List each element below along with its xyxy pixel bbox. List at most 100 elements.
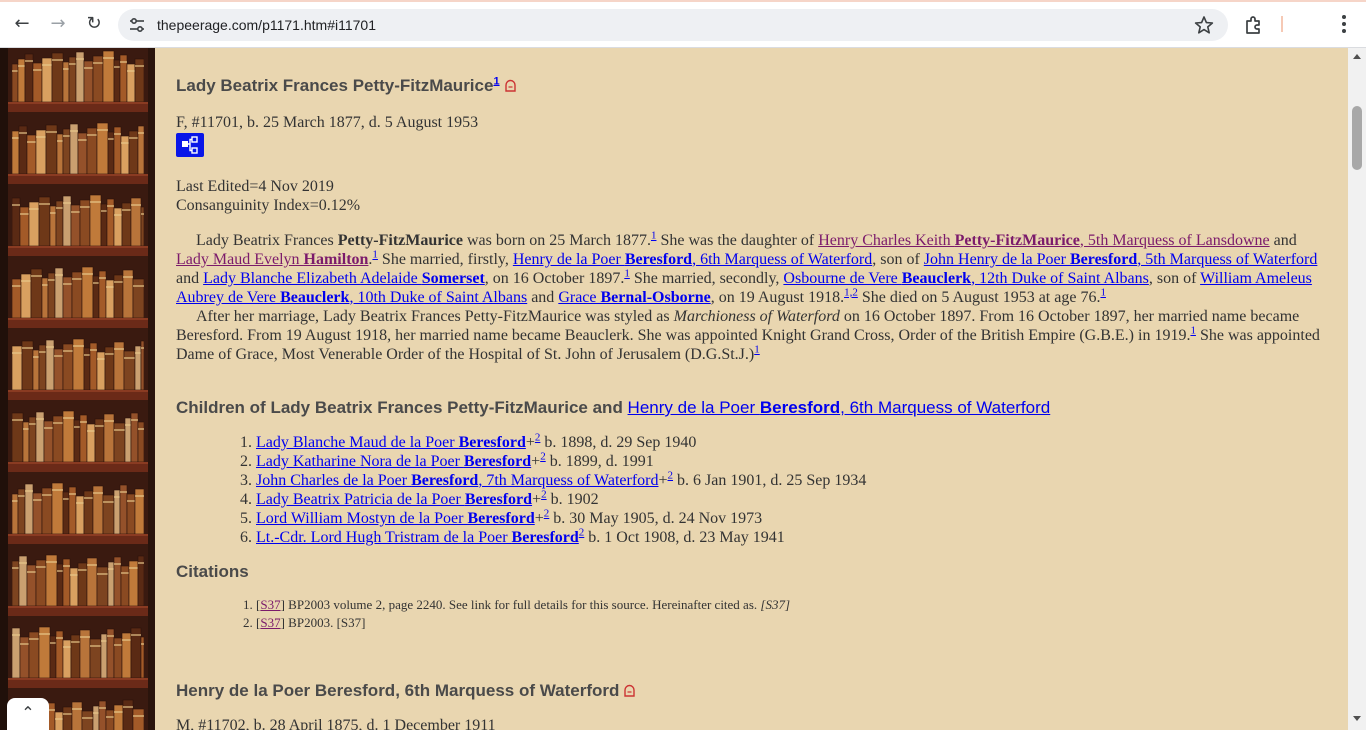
- chevron-up-icon: ⌃: [21, 703, 35, 722]
- child-link[interactable]: Lady Katharine Nora de la Poer Beresford: [256, 453, 531, 470]
- ghost-icon: [624, 684, 636, 697]
- scroll-up-arrow[interactable]: [1353, 54, 1361, 59]
- bookmark-star-icon[interactable]: [1194, 15, 1214, 35]
- source-link[interactable]: S37: [260, 597, 280, 612]
- books-row: [12, 50, 144, 102]
- list-number: 1.: [240, 434, 252, 451]
- more-menu-icon[interactable]: [1334, 13, 1354, 35]
- biography: Lady Beatrix Frances Petty-FitzMaurice w…: [176, 229, 1321, 364]
- child-list-item: 5. Lord William Mostyn de la Poer Beresfo…: [240, 508, 866, 528]
- biography-paragraph: Lady Beatrix Frances Petty-FitzMaurice w…: [176, 229, 1318, 306]
- books-row: [12, 266, 144, 318]
- forward-button[interactable]: →: [46, 12, 70, 36]
- shelf-unit: [8, 48, 148, 114]
- books-row: [12, 482, 144, 534]
- has-children-marker: +: [531, 453, 541, 470]
- back-button[interactable]: ←: [10, 12, 34, 36]
- child-list-item: 6. Lt.-Cdr. Lord Hugh Tristram de la Poer…: [240, 527, 866, 547]
- tab-strip-edge: [0, 0, 1366, 2]
- books-row: [12, 554, 144, 606]
- extensions-puzzle-icon[interactable]: [1243, 14, 1265, 36]
- family-tree-button[interactable]: [176, 133, 204, 157]
- ghost-icon: [504, 79, 516, 92]
- shelf-unit: [8, 118, 148, 186]
- scrollbar-thumb[interactable]: [1352, 106, 1362, 170]
- shelf-plank: [8, 606, 148, 616]
- child-list-item: 2. Lady Katharine Nora de la Poer Beresfo…: [240, 451, 866, 471]
- child-list-item: 4. Lady Beatrix Patricia de la Poer Beres…: [240, 489, 866, 509]
- shelf-unit: [8, 406, 148, 474]
- shelf-rail: [148, 48, 155, 730]
- list-number: 6.: [240, 529, 252, 546]
- books-row: [12, 194, 144, 246]
- citation-link[interactable]: 1,2: [844, 287, 858, 299]
- site-info-icon[interactable]: [128, 16, 146, 34]
- books-row: [12, 410, 144, 462]
- next-person-heading: Henry de la Poer Beresford, 6th Marquess…: [176, 681, 636, 701]
- shelf-unit: [8, 622, 148, 690]
- citations-list: 1. [S37] BP2003 volume 2, page 2240. See …: [243, 596, 790, 632]
- page-scrollbar[interactable]: [1348, 48, 1366, 730]
- last-edited: Last Edited=4 Nov 2019: [176, 178, 334, 195]
- url-text[interactable]: thepeerage.com/p1171.htm#i11701: [157, 9, 376, 41]
- address-bar[interactable]: thepeerage.com/p1171.htm#i11701: [118, 9, 1228, 41]
- second-husband-link[interactable]: Osbourne de Vere Beauclerk, 12th Duke of…: [783, 270, 1148, 287]
- shelf-rail: [0, 48, 8, 730]
- has-children-marker: +: [525, 434, 535, 451]
- reload-button[interactable]: ↻: [82, 12, 106, 36]
- has-children-marker: +: [534, 510, 544, 527]
- page-content: Lady Beatrix Frances Petty-FitzMaurice1 …: [176, 48, 1326, 730]
- shelf-plank: [8, 318, 148, 328]
- source-link[interactable]: S37: [260, 615, 280, 630]
- child-link[interactable]: Lord William Mostyn de la Poer Beresford: [256, 510, 535, 527]
- first-husband-mother-link[interactable]: Lady Blanche Elizabeth Adelaide Somerset: [203, 270, 485, 287]
- citation-link[interactable]: 1: [1100, 287, 1106, 299]
- spouse-link[interactable]: Henry de la Poer Beresford, 6th Marquess…: [628, 398, 1051, 417]
- citations-heading: Citations: [176, 562, 249, 581]
- scroll-down-arrow[interactable]: [1353, 716, 1361, 721]
- has-children-marker: +: [658, 472, 668, 489]
- children-heading: Children of Lady Beatrix Frances Petty-F…: [176, 398, 1051, 417]
- list-number: 2.: [240, 453, 252, 470]
- shelf-plank: [8, 462, 148, 472]
- mother-link[interactable]: Lady Maud Evelyn Hamilton: [176, 251, 368, 268]
- shelf-unit: [8, 478, 148, 546]
- citation-link[interactable]: 1: [754, 344, 760, 356]
- books-row: [12, 338, 144, 390]
- shelf-plank: [8, 390, 148, 400]
- shelf-unit: [8, 334, 148, 402]
- person-name: Lady Beatrix Frances Petty-FitzMaurice: [176, 76, 494, 95]
- child-link[interactable]: Lt.-Cdr. Lord Hugh Tristram de la Poer B…: [256, 529, 579, 546]
- first-husband-link[interactable]: Henry de la Poer Beresford, 6th Marquess…: [513, 251, 872, 268]
- child-link[interactable]: Lady Beatrix Patricia de la Poer Beresfo…: [256, 491, 532, 508]
- second-husband-mother-link[interactable]: Grace Bernal-Osborne: [558, 289, 710, 306]
- father-link[interactable]: Henry Charles Keith Petty-FitzMaurice, 5…: [818, 232, 1269, 249]
- biography-paragraph: After her marriage, Lady Beatrix Frances…: [176, 308, 1320, 363]
- child-link[interactable]: Lady Blanche Maud de la Poer Beresford: [256, 434, 526, 451]
- child-list-item: 1. Lady Blanche Maud de la Poer Beresford…: [240, 432, 866, 452]
- child-dates: b. 1899, d. 1991: [545, 453, 654, 470]
- toolbar-divider: [1281, 16, 1283, 32]
- list-number: 4.: [240, 491, 252, 508]
- shelf-plank: [8, 246, 148, 256]
- first-husband-father-link[interactable]: John Henry de la Poer Beresford, 5th Mar…: [924, 251, 1318, 268]
- list-number: 5.: [240, 510, 252, 527]
- shelf-unit: [8, 550, 148, 618]
- citation-link[interactable]: 1: [493, 75, 499, 87]
- list-number: 1.: [243, 597, 253, 612]
- has-children-marker: +: [532, 491, 542, 508]
- child-dates: b. 6 Jan 1901, d. 25 Sep 1934: [673, 472, 867, 489]
- shelf-unit: [8, 190, 148, 258]
- shelf-plank: [8, 102, 148, 112]
- person-heading: Lady Beatrix Frances Petty-FitzMaurice1: [176, 76, 517, 96]
- child-link[interactable]: John Charles de la Poer Beresford, 7th M…: [256, 472, 658, 489]
- shelf-plank: [8, 174, 148, 184]
- children-list: 1. Lady Blanche Maud de la Poer Beresford…: [240, 432, 867, 547]
- bookshelf-sidebar-image: [0, 48, 155, 730]
- scroll-to-top-button[interactable]: ⌃: [7, 698, 49, 730]
- shelf-plank: [8, 678, 148, 688]
- books-row: [12, 626, 144, 678]
- consanguinity-index: Consanguinity Index=0.12%: [176, 197, 361, 214]
- edit-info: Last Edited=4 Nov 2019 Consanguinity Ind…: [176, 177, 360, 215]
- person-summary: F, #11701, b. 25 March 1877, d. 5 August…: [176, 114, 479, 131]
